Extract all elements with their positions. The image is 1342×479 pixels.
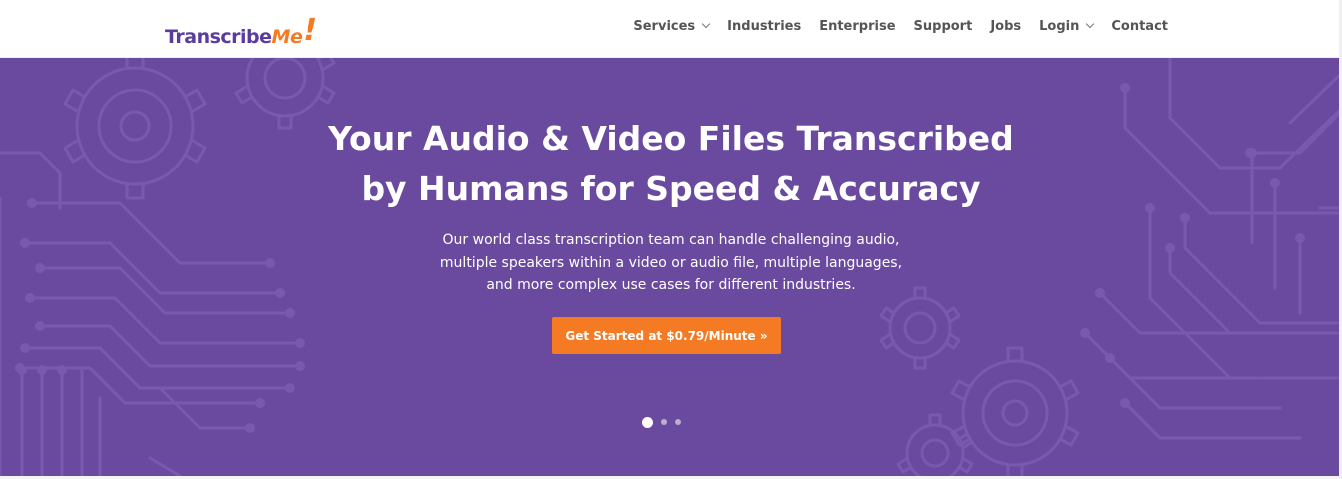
nav-login-label: Login	[1039, 18, 1080, 34]
slide-dot-2[interactable]	[661, 419, 667, 425]
slide-dot-1[interactable]	[642, 416, 653, 428]
nav-enterprise[interactable]: Enterprise	[819, 19, 895, 34]
chevron-down-icon	[701, 19, 711, 29]
nav-contact-label: Contact	[1111, 18, 1168, 34]
logo-text-me: Me	[271, 26, 303, 48]
slide-dot-3[interactable]	[675, 419, 681, 425]
hero-title: Your Audio & Video Files Transcribed by …	[0, 114, 1342, 214]
get-started-button[interactable]: Get Started at $0.79/Minute »	[552, 317, 781, 354]
main-nav: Services Industries Enterprise Support J…	[633, 0, 1168, 52]
slider-pagination	[642, 416, 681, 428]
site-header: Transcribe Me ! Services Industries Ente…	[0, 0, 1342, 58]
hero-subtitle-line-2: multiple speakers within a video or audi…	[439, 254, 903, 271]
nav-industries[interactable]: Industries	[727, 19, 801, 34]
hero-title-line-2: by Humans for Speed & Accuracy	[361, 169, 981, 208]
nav-services-label: Services	[633, 18, 696, 34]
logo-exclamation: !	[303, 13, 318, 48]
gear-icon	[950, 346, 1080, 476]
nav-contact[interactable]: Contact	[1111, 19, 1168, 34]
transcribeme-logo[interactable]: Transcribe Me !	[165, 8, 318, 49]
nav-jobs[interactable]: Jobs	[990, 19, 1021, 34]
logo-text-transcribe: Transcribe	[165, 26, 272, 48]
hero-title-line-1: Your Audio & Video Files Transcribed	[328, 119, 1014, 158]
hero-subtitle-line-1: Our world class transcription team can h…	[442, 232, 900, 248]
nav-jobs-label: Jobs	[990, 18, 1022, 34]
nav-services[interactable]: Services	[633, 18, 711, 34]
hero-subtitle-line-3: and more complex use cases for different…	[486, 277, 856, 293]
hero-section: Your Audio & Video Files Transcribed by …	[0, 58, 1342, 476]
nav-support[interactable]: Support	[914, 19, 973, 34]
gear-icon	[896, 413, 974, 476]
nav-enterprise-label: Enterprise	[819, 18, 896, 34]
gear-icon	[879, 286, 961, 370]
nav-login[interactable]: Login	[1039, 18, 1095, 34]
nav-support-label: Support	[913, 18, 973, 34]
nav-industries-label: Industries	[727, 18, 802, 34]
chevron-down-icon	[1086, 19, 1095, 29]
hero-subtitle: Our world class transcription team can h…	[0, 229, 1342, 297]
